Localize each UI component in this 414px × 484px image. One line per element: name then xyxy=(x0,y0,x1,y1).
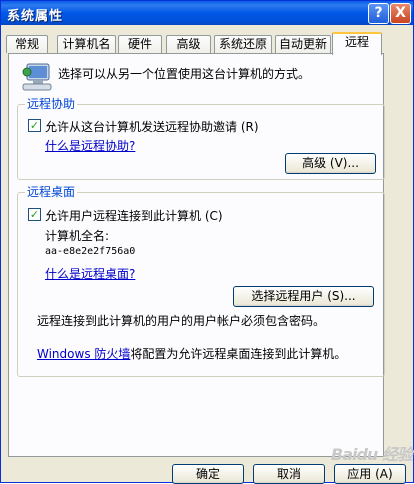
what-is-remote-desktop-link[interactable]: 什么是远程桌面? xyxy=(45,265,135,282)
close-button[interactable]: X xyxy=(390,3,411,24)
ok-button[interactable]: 确定 xyxy=(172,464,244,484)
remote-desktop-checkbox[interactable]: ✓ xyxy=(28,208,41,221)
tab-general[interactable]: 常规 xyxy=(6,35,48,53)
firewall-line: Windows 防火墙将配置为允许远程桌面连接到此计算机。 xyxy=(37,345,346,362)
computer-fullname-value: aa-e8e2e2f756a0 xyxy=(45,246,136,257)
select-remote-users-button[interactable]: 选择远程用户 (S)... xyxy=(233,286,374,307)
help-button[interactable]: ? xyxy=(368,3,389,24)
computer-icon xyxy=(21,62,53,97)
remote-desktop-checkbox-label[interactable]: 允许用户远程连接到此计算机 (C) xyxy=(45,207,223,224)
tab-remote[interactable]: 远程 xyxy=(332,32,382,55)
intro-text: 选择可以从另一个位置使用这台计算机的方式。 xyxy=(58,67,311,81)
remote-assistance-checkbox-label[interactable]: 允许从这台计算机发送远程协助邀请 (R) xyxy=(45,118,259,135)
tab-advanced[interactable]: 高级 xyxy=(166,35,211,53)
watermark: Baidu 经验 xyxy=(331,445,413,464)
tab-system-restore[interactable]: 系统还原 xyxy=(214,35,272,53)
firewall-text: 将配置为允许远程桌面连接到此计算机。 xyxy=(130,347,347,361)
system-properties-window: 系统属性 ? X 常规 计算机名 硬件 高级 系统还原 自动更新 远程 选择可以… xyxy=(0,0,414,484)
title-bar[interactable]: 系统属性 ? X xyxy=(1,1,413,25)
computer-fullname-label: 计算机全名: xyxy=(45,229,110,243)
cancel-button[interactable]: 取消 xyxy=(253,464,325,484)
advanced-button[interactable]: 高级 (V)... xyxy=(285,153,376,174)
remote-desktop-title: 远程桌面 xyxy=(25,185,78,199)
what-is-remote-assistance-link[interactable]: 什么是远程协助? xyxy=(45,137,135,154)
windows-firewall-link[interactable]: Windows 防火墙 xyxy=(37,347,130,361)
tab-automatic-updates[interactable]: 自动更新 xyxy=(275,35,331,53)
password-note: 远程连接到此计算机的用户的用户帐户必须包含密码。 xyxy=(37,314,326,328)
remote-assistance-checkbox[interactable]: ✓ xyxy=(28,119,41,132)
tab-hardware[interactable]: 硬件 xyxy=(118,35,162,53)
tab-computer-name[interactable]: 计算机名 xyxy=(57,35,116,53)
apply-button[interactable]: 应用 (A) xyxy=(334,464,406,484)
remote-assistance-title: 远程协助 xyxy=(25,97,78,111)
window-title: 系统属性 xyxy=(7,9,64,24)
